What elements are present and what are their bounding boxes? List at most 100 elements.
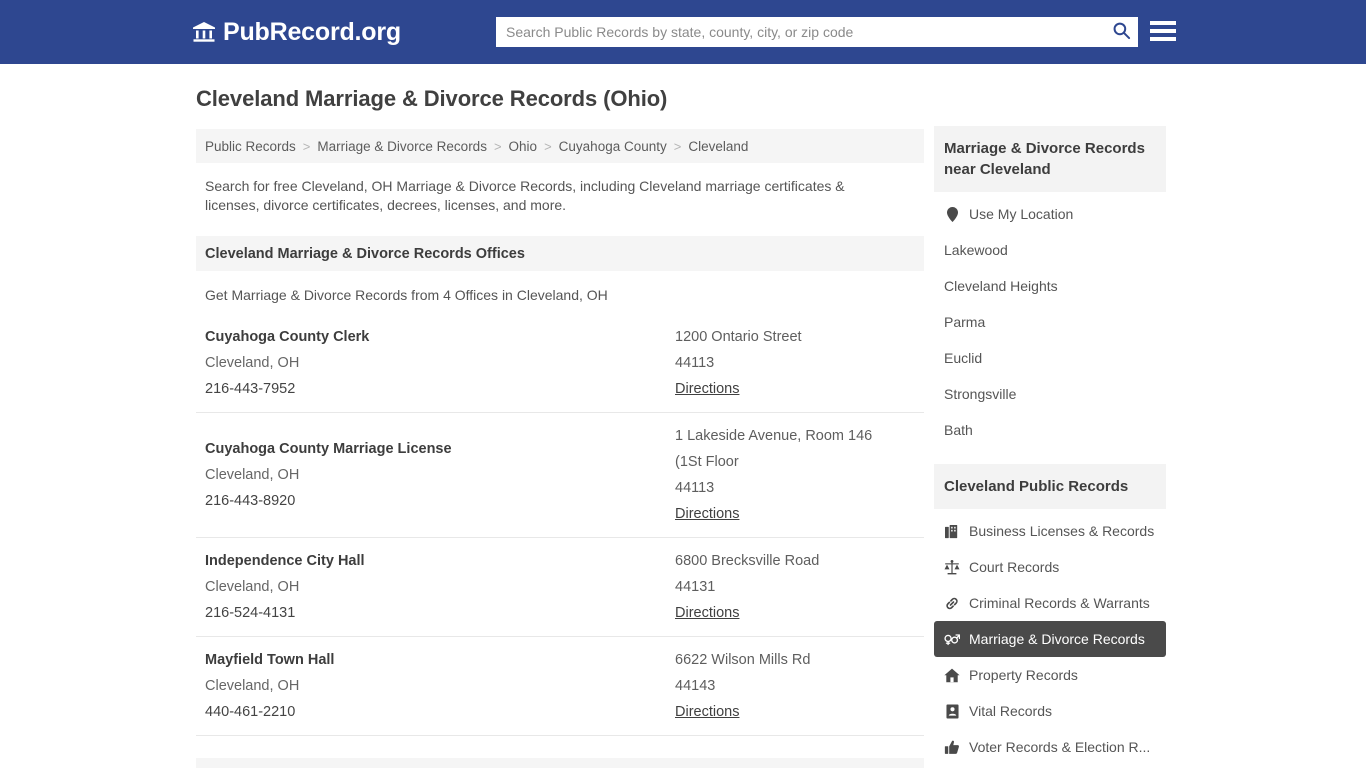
office-name: Cuyahoga County Clerk — [205, 329, 370, 345]
sidebar-item-use-my-location[interactable]: Use My Location — [934, 196, 1166, 232]
directions-link[interactable]: Directions — [675, 600, 739, 626]
sidebar-item-marriage-divorce-records[interactable]: Marriage & Divorce Records — [934, 621, 1166, 657]
office-name: Mayfield Town Hall — [205, 652, 335, 668]
sidebar-item-label: Parma — [944, 314, 986, 330]
hamburger-bar-1 — [1150, 21, 1176, 25]
office-address-line: 1 Lakeside Avenue, Room 146 — [675, 428, 873, 444]
office-address: 1 Lakeside Avenue, Room 146 (1St Floor 4… — [675, 423, 915, 527]
office-zip: 44131 — [675, 579, 716, 595]
breadcrumb-separator: > — [302, 138, 311, 154]
table-row: Cuyahoga County Clerk Cleveland, OH 216-… — [196, 314, 924, 413]
directions-link[interactable]: Directions — [675, 699, 739, 725]
sidebar-item-label: Euclid — [944, 350, 983, 366]
office-info: Cuyahoga County Marriage License Clevela… — [205, 436, 675, 514]
breadcrumb-separator: > — [544, 138, 552, 154]
sidebar-item-label: Business Licenses & Records — [969, 523, 1155, 539]
search-icon — [1112, 21, 1131, 43]
sidebar-item-vital-records[interactable]: Vital Records — [934, 693, 1166, 729]
sidebar-item-voter-records[interactable]: Voter Records & Election R... — [934, 729, 1166, 765]
breadcrumb-item-0[interactable]: Public Records — [205, 139, 296, 154]
hamburger-menu-icon[interactable] — [1150, 18, 1176, 44]
search-bar[interactable] — [496, 17, 1138, 47]
page-title: Cleveland Marriage & Divorce Records (Oh… — [196, 86, 668, 111]
office-address: 6800 Brecksville Road 44131 Directions — [675, 548, 915, 626]
office-zip: 44143 — [675, 678, 716, 694]
search-button[interactable] — [1104, 17, 1138, 47]
directions-link[interactable]: Directions — [675, 376, 739, 402]
table-row: Cuyahoga County Marriage License Clevela… — [196, 413, 924, 538]
sidebar-item-parma[interactable]: Parma — [934, 304, 1166, 340]
office-address-line: 6622 Wilson Mills Rd — [675, 652, 811, 668]
office-name: Independence City Hall — [205, 553, 365, 569]
sidebar-item-label: Property Records — [969, 667, 1078, 683]
office-city: Cleveland, OH — [205, 579, 300, 595]
office-address-line: 1200 Ontario Street — [675, 329, 802, 345]
briefcase-icon — [944, 523, 960, 539]
sidebar-item-label: Lakewood — [944, 242, 1008, 258]
offices-section-heading: Cleveland Marriage & Divorce Records Off… — [196, 236, 924, 271]
sidebar-item-euclid[interactable]: Euclid — [934, 340, 1166, 376]
breadcrumb: Public Records > Marriage & Divorce Reco… — [196, 129, 924, 163]
office-city: Cleveland, OH — [205, 678, 300, 694]
directions-link[interactable]: Directions — [675, 501, 739, 527]
sidebar-item-bath[interactable]: Bath — [934, 412, 1166, 448]
office-zip: 44113 — [675, 355, 715, 371]
breadcrumb-separator: > — [673, 138, 682, 154]
table-row: Independence City Hall Cleveland, OH 216… — [196, 538, 924, 637]
sidebar-item-property-records[interactable]: Property Records — [934, 657, 1166, 693]
thumbs-up-icon — [944, 739, 960, 755]
bank-icon — [192, 20, 216, 44]
home-icon — [944, 667, 960, 683]
breadcrumb-item-4[interactable]: Cleveland — [688, 139, 748, 154]
office-name: Cuyahoga County Marriage License — [205, 441, 452, 457]
office-address-line: 6800 Brecksville Road — [675, 553, 820, 569]
balance-scale-icon — [944, 559, 960, 575]
office-city: Cleveland, OH — [205, 355, 300, 371]
sidebar-item-criminal-records[interactable]: Criminal Records & Warrants — [934, 585, 1166, 621]
public-records-heading: Cleveland Public Records — [934, 464, 1166, 509]
office-phone[interactable]: 216-443-8920 — [205, 488, 675, 514]
sidebar-item-cleveland-heights[interactable]: Cleveland Heights — [934, 268, 1166, 304]
sidebar-item-court-records[interactable]: Court Records — [934, 549, 1166, 585]
nearby-records-heading: Marriage & Divorce Records near Clevelan… — [934, 126, 1166, 192]
office-phone[interactable]: 440-461-2210 — [205, 699, 675, 725]
breadcrumb-item-2[interactable]: Ohio — [509, 139, 538, 154]
breadcrumb-item-3[interactable]: Cuyahoga County — [559, 139, 667, 154]
venus-mars-icon — [944, 631, 960, 647]
sidebar-item-label: Criminal Records & Warrants — [969, 595, 1150, 611]
breadcrumb-item-1[interactable]: Marriage & Divorce Records — [317, 139, 487, 154]
office-zip: 44113 — [675, 480, 715, 496]
id-card-icon — [944, 703, 960, 719]
office-phone[interactable]: 216-524-4131 — [205, 600, 675, 626]
sidebar-item-label: Bath — [944, 422, 973, 438]
search-input[interactable] — [496, 18, 1104, 46]
link-chain-icon — [944, 595, 960, 611]
sidebar-item-label: Strongsville — [944, 386, 1017, 402]
office-info: Independence City Hall Cleveland, OH 216… — [205, 548, 675, 626]
site-header: PubRecord.org — [0, 0, 1366, 64]
page-description: Search for free Cleveland, OH Marriage &… — [205, 178, 845, 213]
sidebar-item-lakewood[interactable]: Lakewood — [934, 232, 1166, 268]
offices-list: Cuyahoga County Clerk Cleveland, OH 216-… — [196, 314, 924, 736]
sidebar-item-strongsville[interactable]: Strongsville — [934, 376, 1166, 412]
office-address-line-2: (1St Floor — [675, 454, 739, 470]
site-logo-text: PubRecord.org — [223, 18, 401, 46]
office-info: Mayfield Town Hall Cleveland, OH 440-461… — [205, 647, 675, 725]
sidebar-item-business-licenses[interactable]: Business Licenses & Records — [934, 513, 1166, 549]
office-city: Cleveland, OH — [205, 467, 300, 483]
office-address: 6622 Wilson Mills Rd 44143 Directions — [675, 647, 915, 725]
office-phone[interactable]: 216-443-7952 — [205, 376, 675, 402]
sidebar-item-label: Cleveland Heights — [944, 278, 1058, 294]
table-row: Mayfield Town Hall Cleveland, OH 440-461… — [196, 637, 924, 736]
hamburger-bar-2 — [1150, 29, 1176, 33]
page-body: Cleveland Marriage & Divorce Records (Oh… — [0, 64, 1366, 768]
site-logo[interactable]: PubRecord.org — [192, 18, 401, 46]
hamburger-bar-3 — [1150, 37, 1176, 41]
office-info: Cuyahoga County Clerk Cleveland, OH 216-… — [205, 324, 675, 402]
sidebar-item-label: Use My Location — [969, 206, 1074, 222]
main-content: Cleveland Marriage & Divorce Records (Oh… — [196, 86, 924, 768]
map-pin-icon — [944, 206, 960, 222]
sidebar-item-label: Marriage & Divorce Records — [969, 631, 1145, 647]
offices-section-subheading: Get Marriage & Divorce Records from 4 Of… — [205, 287, 608, 303]
public-records-list: Business Licenses & Records Court Record… — [934, 513, 1166, 765]
